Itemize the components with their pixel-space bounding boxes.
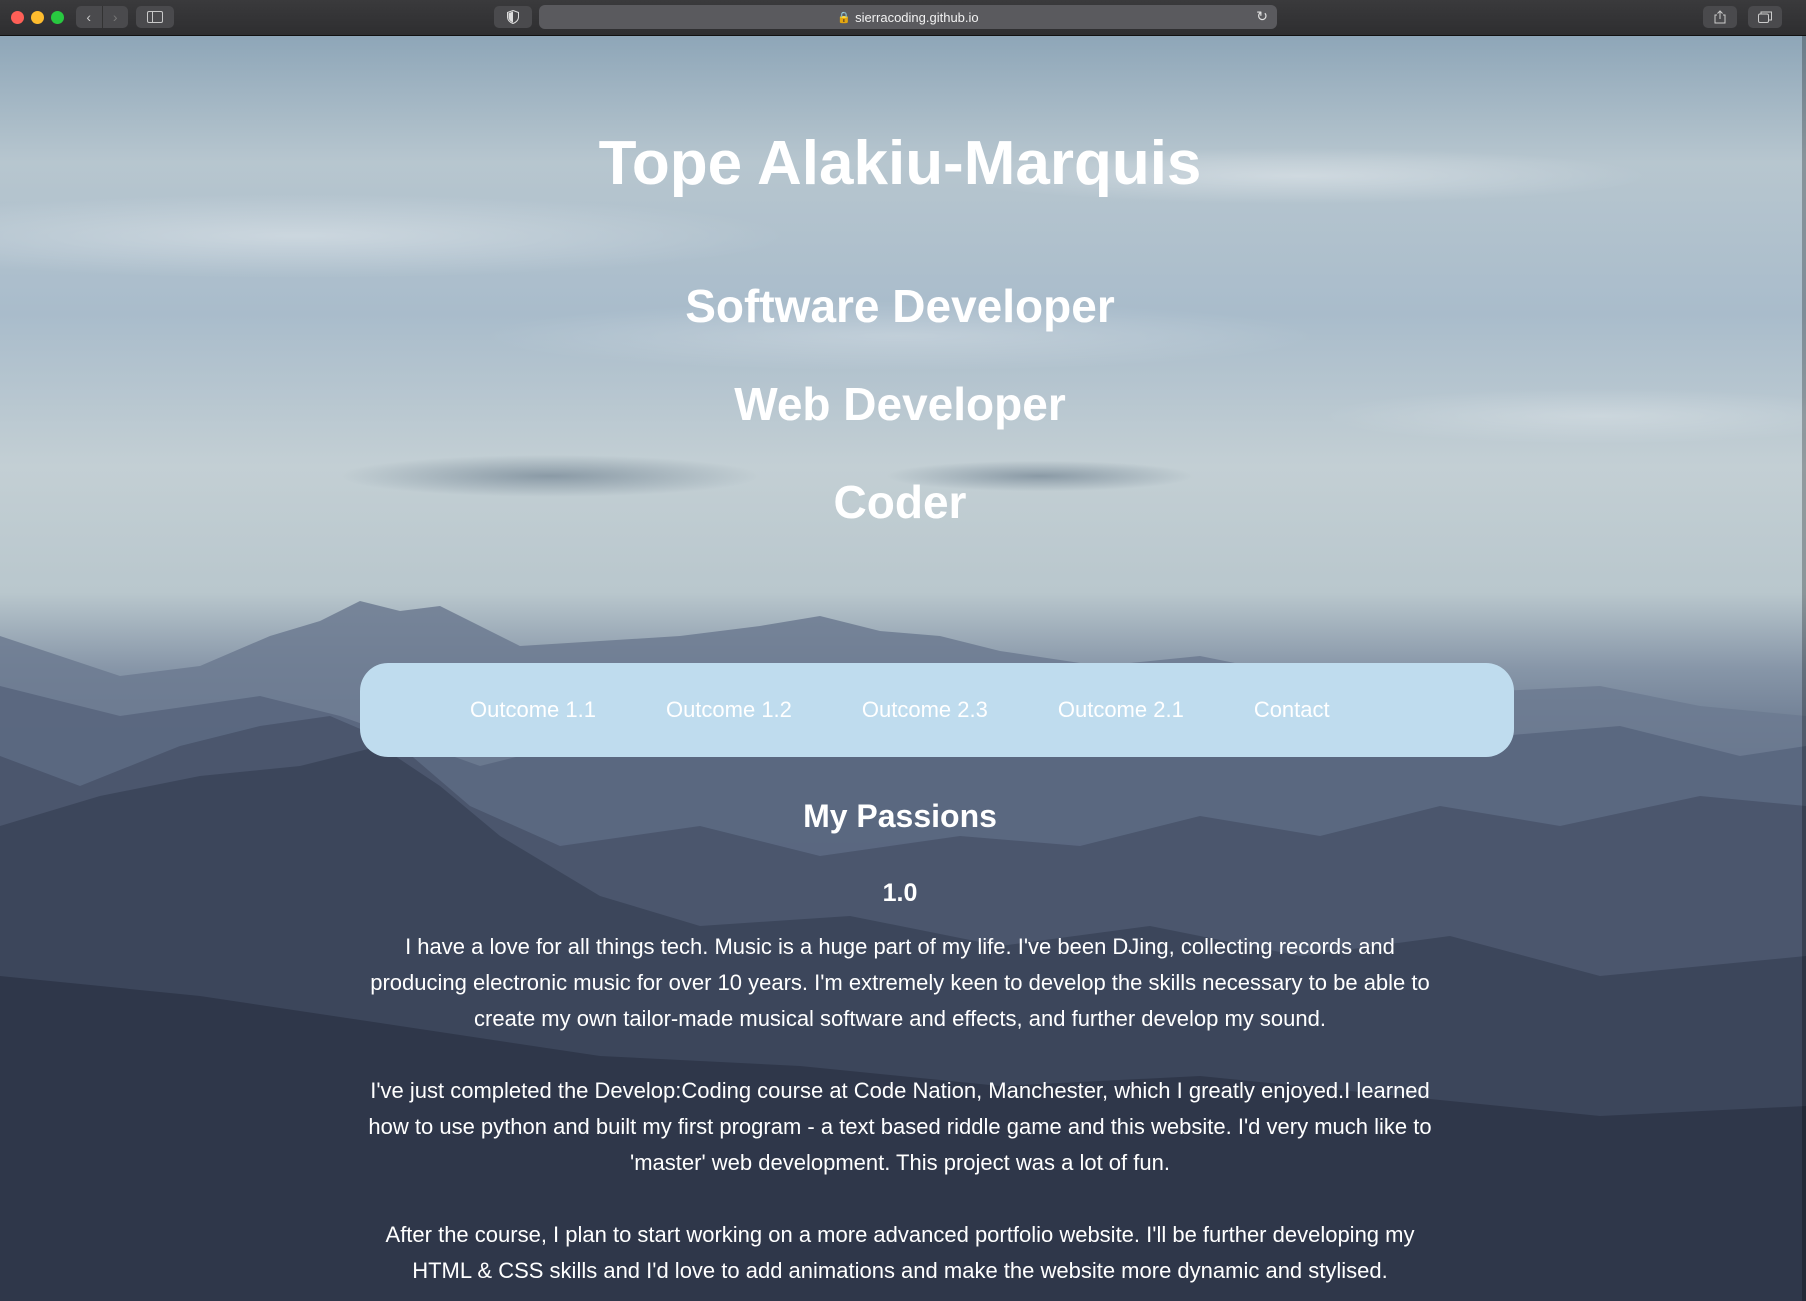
role-coder: Coder — [833, 476, 967, 528]
page-title: Tope Alakiu-Marquis — [598, 129, 1202, 198]
role-software-developer: Software Developer — [685, 280, 1115, 332]
role-web-developer: Web Developer — [734, 378, 1066, 430]
page-viewport: Tope Alakiu-Marquis Software Developer W… — [0, 36, 1806, 1301]
nav-outcome-1-1[interactable]: Outcome 1.1 — [470, 697, 596, 723]
chevron-right-icon[interactable]: › — [101, 6, 129, 28]
paragraph: I've just completed the Develop:Coding c… — [368, 1078, 1432, 1175]
share-icon[interactable] — [1703, 6, 1737, 28]
paragraph: I have a love for all things tech. Music… — [370, 934, 1430, 1031]
privacy-shield-icon[interactable] — [494, 6, 532, 28]
nav-outcome-2-3[interactable]: Outcome 2.3 — [862, 697, 988, 723]
history-nav: ‹ › — [76, 6, 128, 28]
sidebar-toggle-icon[interactable] — [136, 6, 174, 28]
nav-contact[interactable]: Contact — [1254, 697, 1330, 723]
reload-icon[interactable]: ↻ — [1256, 8, 1268, 25]
nav-outcome-2-1[interactable]: Outcome 2.1 — [1058, 697, 1184, 723]
zoom-window-button[interactable] — [51, 11, 64, 24]
window-edge — [1802, 36, 1806, 1301]
window-controls — [11, 11, 64, 24]
browser-toolbar: ‹ › 🔒 sierracoding.github.io ↻ — [0, 0, 1806, 36]
address-bar[interactable]: 🔒 sierracoding.github.io ↻ — [539, 5, 1277, 29]
main-nav: Outcome 1.1 Outcome 1.2 Outcome 2.3 Outc… — [360, 663, 1514, 757]
minimize-window-button[interactable] — [31, 11, 44, 24]
chevron-left-icon[interactable]: ‹ — [76, 6, 102, 28]
section-heading: My Passions — [803, 798, 997, 834]
section-version: 1.0 — [882, 879, 918, 907]
lock-icon: 🔒 — [837, 11, 852, 24]
paragraph: After the course, I plan to start workin… — [385, 1222, 1415, 1283]
tab-overview-icon[interactable] — [1748, 6, 1782, 28]
close-window-button[interactable] — [11, 11, 24, 24]
nav-outcome-1-2[interactable]: Outcome 1.2 — [666, 697, 792, 723]
url-text: sierracoding.github.io — [855, 9, 979, 25]
